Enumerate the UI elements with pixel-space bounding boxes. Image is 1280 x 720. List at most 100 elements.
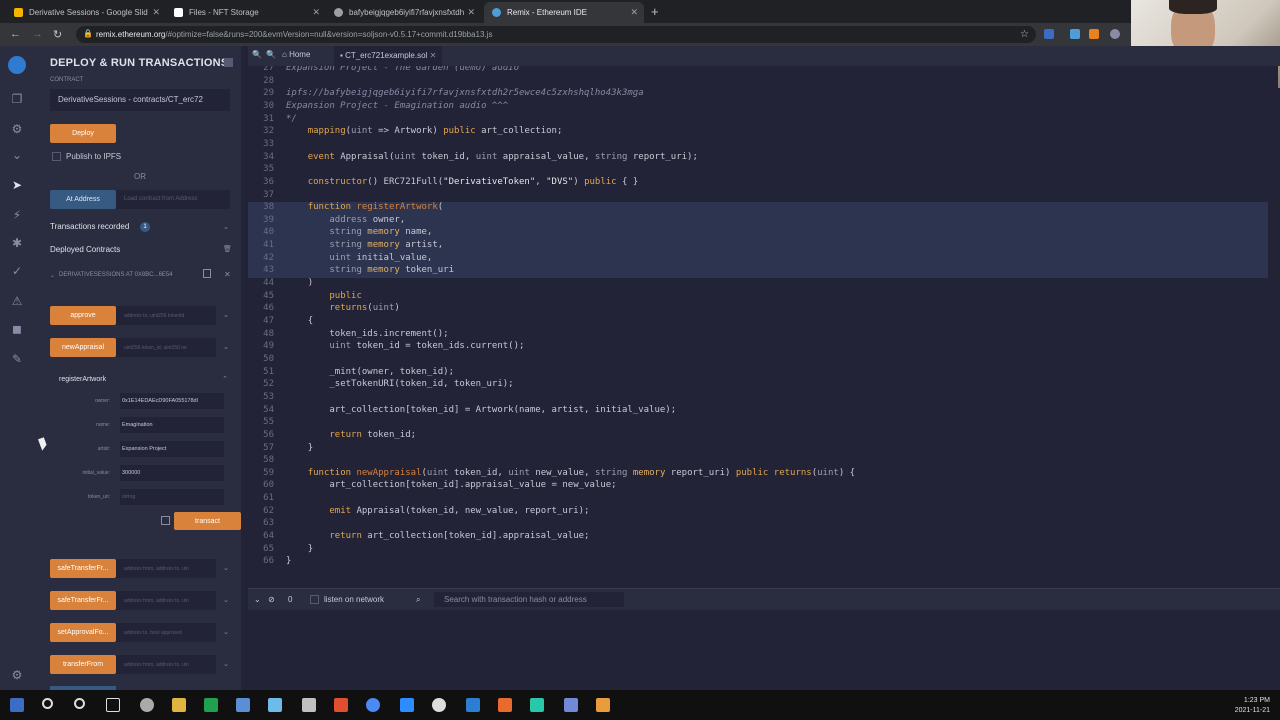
calculator-icon[interactable] — [236, 698, 250, 712]
code-line[interactable]: 35 — [248, 164, 1268, 177]
forward-icon[interactable]: → — [32, 28, 43, 40]
collapse-terminal-icon[interactable]: ⌄ — [254, 595, 261, 604]
new-tab-button[interactable]: + — [651, 4, 659, 19]
code-line[interactable]: 28 — [248, 76, 1268, 89]
safetransferfrom-args-input[interactable]: address from, address to, uin — [116, 559, 216, 578]
chevron-down-icon[interactable]: ⌄ — [223, 311, 229, 319]
copy-icon[interactable] — [203, 269, 211, 278]
tools-icon[interactable]: ✎ — [10, 352, 24, 366]
analysis-icon[interactable]: ⚡ — [10, 208, 24, 222]
app-icon[interactable] — [204, 698, 218, 712]
code-line[interactable]: 38 function registerArtwork( — [248, 202, 1268, 215]
debugger-icon[interactable]: ⌄ — [10, 148, 24, 162]
setapprovalforall-button[interactable]: setApprovalFo... — [50, 623, 116, 642]
code-line[interactable]: 56 return token_id; — [248, 430, 1268, 443]
close-icon[interactable]: ✕ — [430, 51, 437, 60]
zoom-in-icon[interactable]: 🔍 — [266, 50, 276, 59]
code-line[interactable]: 62 emit Appraisal(token_id, new_value, r… — [248, 506, 1268, 519]
contract-instance-header[interactable]: ⌄ DERIVATIVESESSIONS AT 0X8BC...6E54 ✕ — [50, 269, 231, 283]
code-line[interactable]: 42 uint initial_value, — [248, 252, 1268, 266]
safetransferfrom-button[interactable]: safeTransferFr... — [50, 559, 116, 578]
reload-icon[interactable]: ↻ — [53, 28, 62, 41]
bookmark-star-icon[interactable]: ☆ — [1020, 29, 1029, 40]
chrome-icon[interactable] — [366, 698, 380, 712]
safetransferfrom-data-args-input[interactable]: address from, address to, uin — [116, 591, 216, 610]
chevron-down-icon[interactable]: ⌄ — [223, 223, 229, 231]
code-line[interactable]: 48 token_ids.increment(); — [248, 329, 1268, 342]
code-line[interactable]: 55 — [248, 417, 1268, 430]
code-line[interactable]: 63 — [248, 518, 1268, 531]
newappraisal-args-input[interactable]: uint256 token_id, uint256 ne — [116, 338, 216, 357]
browser-tab-nft-storage[interactable]: Files - NFT Storage ✕ — [166, 2, 326, 23]
browser-tab-slides[interactable]: Derivative Sessions - Google Slid ✕ — [6, 2, 166, 23]
app-icon[interactable] — [596, 698, 610, 712]
code-line[interactable]: 64 return art_collection[token_id].appra… — [248, 531, 1268, 544]
app-icon[interactable] — [432, 698, 446, 712]
chevron-down-icon[interactable]: ⌄ — [223, 596, 229, 604]
code-line[interactable]: 37 — [248, 190, 1268, 203]
chevron-up-icon[interactable]: ⌃ — [222, 375, 228, 383]
code-line[interactable]: 44 ) — [248, 278, 1268, 291]
transferfrom-button[interactable]: transferFrom — [50, 655, 116, 674]
contract-select[interactable]: DerivativeSessions - contracts/CT_erc72 — [50, 89, 230, 111]
code-line[interactable]: 65 } — [248, 544, 1268, 557]
plugin-icon[interactable]: ◼ — [10, 322, 24, 336]
discord-icon[interactable] — [564, 698, 578, 712]
browser-tab-remix[interactable]: Remix - Ethereum IDE ✕ — [484, 2, 644, 23]
profile-icon[interactable] — [1110, 29, 1120, 39]
copy-calldata-icon[interactable] — [161, 516, 170, 525]
close-icon[interactable]: ✕ — [224, 270, 231, 279]
code-line[interactable]: 33 — [248, 139, 1268, 152]
code-line[interactable]: 32 mapping(uint => Artwork) public art_c… — [248, 126, 1268, 139]
at-address-button[interactable]: At Address — [50, 190, 116, 209]
token-uri-input[interactable]: string — [120, 489, 224, 505]
load-address-input[interactable]: Load contract from Address — [116, 190, 230, 209]
code-line[interactable]: 27 Expansion Project - The Garden (demo) … — [248, 66, 1268, 76]
settings-icon[interactable] — [140, 698, 154, 712]
settings-gear-icon[interactable]: ⚙ — [10, 668, 24, 682]
code-line[interactable]: 47 { — [248, 316, 1268, 329]
app-icon[interactable] — [530, 698, 544, 712]
approve-args-input[interactable]: address to, uint256 tokenId — [116, 306, 216, 325]
metamask-icon[interactable] — [1089, 29, 1099, 39]
code-line[interactable]: 51 _mint(owner, token_id); — [248, 367, 1268, 380]
chevron-down-icon[interactable]: ⌄ — [223, 628, 229, 636]
close-icon[interactable]: ✕ — [152, 7, 160, 18]
code-line[interactable]: 46 returns(uint) — [248, 303, 1268, 316]
extension-icon[interactable] — [1044, 29, 1054, 39]
approve-button[interactable]: approve — [50, 306, 116, 325]
file-explorer-icon[interactable] — [172, 698, 186, 712]
deploy-button[interactable]: Deploy — [50, 124, 116, 143]
remix-logo-icon[interactable] — [8, 56, 26, 74]
code-line[interactable]: 60 art_collection[token_id].appraisal_va… — [248, 480, 1268, 493]
system-clock[interactable]: 1:23 PM 2021-11-21 — [1235, 696, 1270, 716]
app-icon[interactable] — [268, 698, 282, 712]
home-tab[interactable]: ⌂ Home — [282, 50, 310, 59]
chevron-down-icon[interactable]: ⌄ — [223, 660, 229, 668]
code-line[interactable]: 45 public — [248, 291, 1268, 304]
code-line[interactable]: 50 — [248, 354, 1268, 367]
close-icon[interactable]: ✕ — [312, 7, 320, 18]
code-line[interactable]: 52 _setTokenURI(token_id, token_uri); — [248, 379, 1268, 392]
windows-start-icon[interactable] — [10, 698, 24, 712]
url-bar[interactable]: 🔒 remix.ethereum.org/#optimize=false&run… — [76, 26, 1036, 43]
file-explorer-icon[interactable]: ❐ — [10, 92, 24, 106]
code-line[interactable]: 66} — [248, 556, 1268, 569]
warning-icon[interactable]: ⚠ — [10, 294, 24, 308]
chevron-down-icon[interactable]: ⌄ — [223, 564, 229, 572]
close-icon[interactable]: ✕ — [467, 7, 475, 18]
code-line[interactable]: 58 — [248, 455, 1268, 468]
owner-input[interactable]: 0x1E14EDAEcD90FA055178dl — [120, 393, 224, 409]
transactions-recorded-label[interactable]: Transactions recorded — [50, 222, 129, 231]
code-line[interactable]: 57 } — [248, 443, 1268, 456]
panel-doc-icon[interactable] — [224, 58, 233, 67]
zoom-icon[interactable] — [400, 698, 414, 712]
browser-tab-ipfs[interactable]: bafybeigjqgeb6iyifi7rfavjxnsfxtdh ✕ — [326, 2, 481, 23]
extension-icon[interactable] — [1070, 29, 1080, 39]
code-line[interactable]: 31 */ — [248, 114, 1268, 127]
transact-button[interactable]: transact — [174, 512, 241, 530]
code-line[interactable]: 41 string memory artist, — [248, 240, 1268, 253]
code-line[interactable]: 36 constructor() ERC721Full("DerivativeT… — [248, 177, 1268, 190]
brave-icon[interactable] — [334, 698, 348, 712]
code-line[interactable]: 40 string memory name, — [248, 227, 1268, 241]
